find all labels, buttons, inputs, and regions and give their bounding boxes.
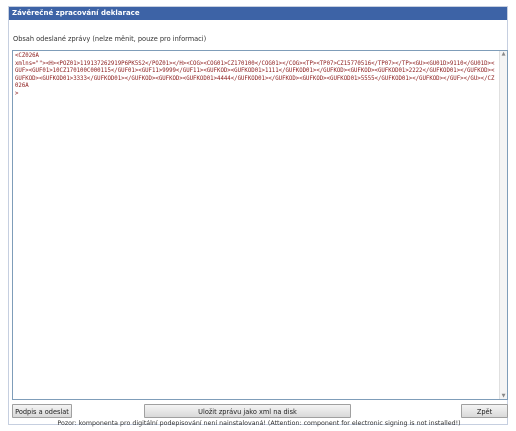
message-content-textarea[interactable]: <CZ026A xmlns=""><H><POZ01>119137262919P… (12, 50, 508, 400)
dialog-title: Závěrečné zpracování deklarace (9, 7, 507, 20)
scroll-up-icon[interactable]: ▲ (500, 51, 507, 57)
signing-component-warning: Pozor: komponenta pro digitální podepiso… (57, 420, 461, 427)
scroll-down-icon[interactable]: ▼ (500, 393, 507, 399)
save-xml-button[interactable]: Uložit zprávu jako xml na disk (144, 404, 351, 418)
message-content-label: Obsah odeslané zprávy (nelze měnit, pouz… (13, 35, 207, 43)
final-processing-dialog: Závěrečné zpracování deklarace Obsah ode… (8, 6, 508, 427)
message-xml-text: <CZ026A xmlns=""><H><POZ01>119137262919P… (15, 53, 495, 97)
back-button[interactable]: Zpět (461, 404, 508, 418)
textarea-scrollbar[interactable]: ▲ ▼ (499, 51, 507, 399)
sign-and-send-button[interactable]: Podpis a odeslat (12, 404, 72, 418)
